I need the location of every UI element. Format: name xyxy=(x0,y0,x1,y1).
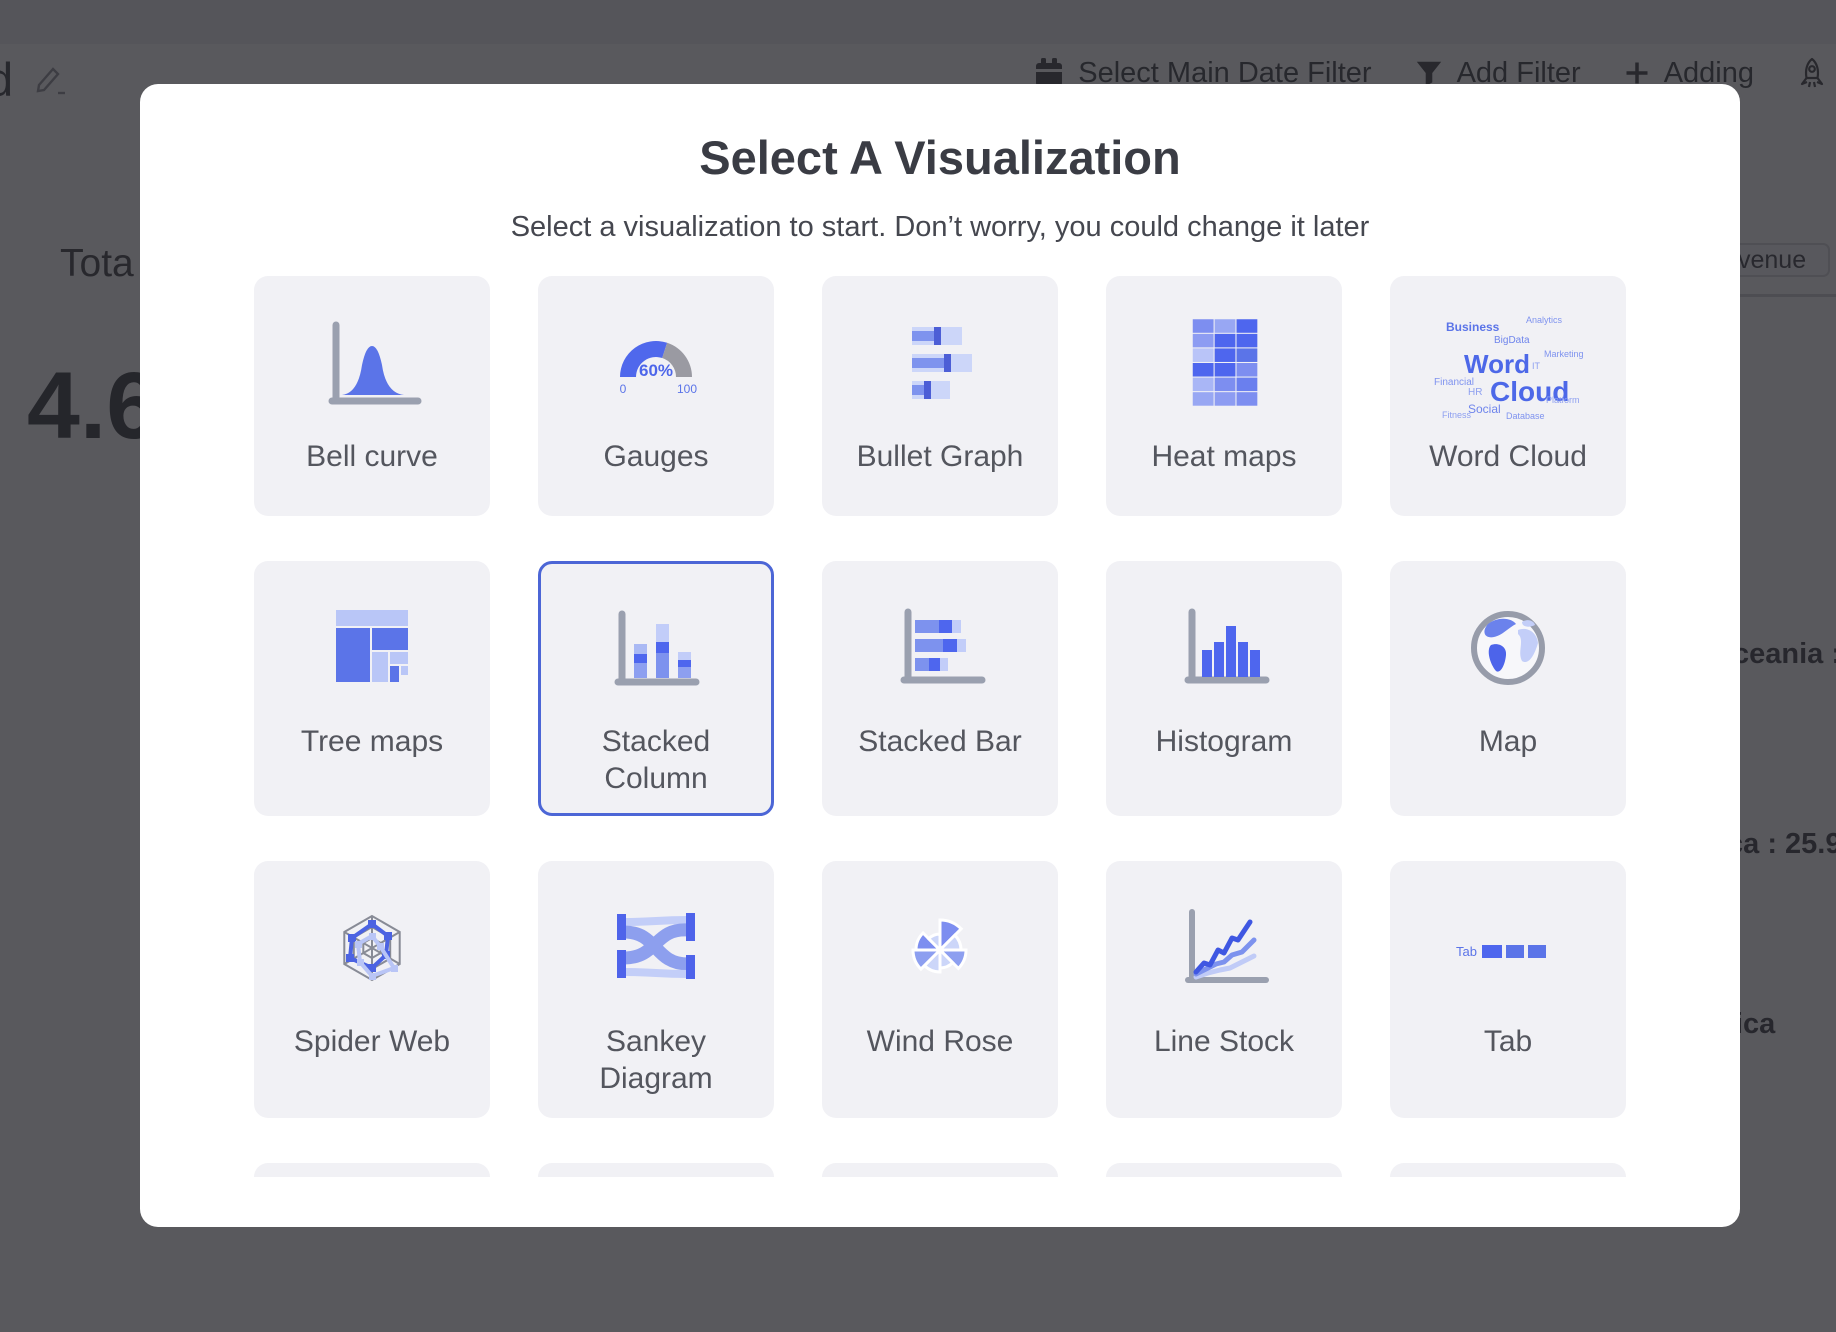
viz-card-label: Spider Web xyxy=(294,1023,450,1060)
viz-card-tree-maps[interactable]: Tree maps xyxy=(254,561,490,816)
viz-card-word-cloud[interactable]: Business Analytics BigData Word Marketin… xyxy=(1390,276,1626,516)
stacked-column-icon xyxy=(598,587,714,709)
line-stock-icon xyxy=(1166,887,1282,1009)
viz-card-sankey-diagram[interactable]: Sankey Diagram xyxy=(538,861,774,1118)
viz-card-label: Tab xyxy=(1484,1023,1532,1060)
word-cloud-word: Social xyxy=(1468,402,1501,416)
viz-card-stacked-bar[interactable]: Stacked Bar xyxy=(822,561,1058,816)
viz-card-partial[interactable] xyxy=(1390,1163,1626,1177)
word-cloud-word: Analytics xyxy=(1526,315,1563,325)
viz-card-heat-maps[interactable]: Heat maps xyxy=(1106,276,1342,516)
gauge-icon: 60% 0 100 xyxy=(598,302,714,424)
viz-card-partial[interactable] xyxy=(538,1163,774,1177)
word-cloud-word: Fitness xyxy=(1442,410,1472,420)
word-cloud-icon: Business Analytics BigData Word Marketin… xyxy=(1428,302,1588,424)
viz-card-label: Line Stock xyxy=(1154,1023,1294,1060)
viz-card-label: Tree maps xyxy=(301,723,443,760)
spider-web-icon xyxy=(314,887,430,1009)
gauge-max-label: 100 xyxy=(677,382,697,396)
word-cloud-word: Business xyxy=(1446,320,1500,334)
viz-card-tab[interactable]: Tab Tab xyxy=(1390,861,1626,1118)
bell-curve-icon xyxy=(314,302,430,424)
globe-map-icon xyxy=(1450,587,1566,709)
viz-card-wind-rose[interactable]: Wind Rose xyxy=(822,861,1058,1118)
histogram-icon xyxy=(1166,587,1282,709)
viz-card-histogram[interactable]: Histogram xyxy=(1106,561,1342,816)
tab-icon: Tab xyxy=(1450,887,1566,1009)
viz-card-label: Bell curve xyxy=(306,438,438,475)
select-visualization-modal: Select A Visualization Select a visualiz… xyxy=(140,84,1740,1227)
viz-grid-scroll-area[interactable]: Bell curve 60% 0 100 Gauges xyxy=(254,276,1626,1177)
viz-card-label: Heat maps xyxy=(1151,438,1296,475)
viz-card-map[interactable]: Map xyxy=(1390,561,1626,816)
modal-subtitle: Select a visualization to start. Don’t w… xyxy=(140,210,1740,244)
viz-card-label: Map xyxy=(1479,723,1537,760)
gauge-min-label: 0 xyxy=(620,382,627,396)
tree-map-icon xyxy=(314,587,430,709)
word-cloud-word: Word xyxy=(1464,349,1530,379)
viz-card-label: Word Cloud xyxy=(1429,438,1587,475)
screen: d Select Main Date Filter xyxy=(0,0,1836,1332)
viz-grid: Bell curve 60% 0 100 Gauges xyxy=(254,276,1626,1177)
word-cloud-word: Marketing xyxy=(1544,349,1584,359)
viz-card-label: Sankey Diagram xyxy=(556,1023,756,1097)
word-cloud-word: Platform xyxy=(1546,395,1580,405)
viz-card-gauges[interactable]: 60% 0 100 Gauges xyxy=(538,276,774,516)
viz-card-bell-curve[interactable]: Bell curve xyxy=(254,276,490,516)
word-cloud-word: Database xyxy=(1506,411,1545,421)
viz-card-label: Histogram xyxy=(1156,723,1293,760)
viz-card-label: Bullet Graph xyxy=(857,438,1024,475)
sankey-diagram-icon xyxy=(598,887,714,1009)
viz-card-bullet-graph[interactable]: Bullet Graph xyxy=(822,276,1058,516)
bullet-graph-icon xyxy=(882,302,998,424)
viz-card-stacked-column[interactable]: Stacked Column xyxy=(538,561,774,816)
modal-title: Select A Visualization xyxy=(140,130,1740,186)
wind-rose-icon xyxy=(882,887,998,1009)
tab-icon-label: Tab xyxy=(1456,944,1477,959)
viz-card-label: Stacked Bar xyxy=(858,723,1021,760)
word-cloud-word: HR xyxy=(1468,387,1482,398)
viz-card-label: Stacked Column xyxy=(556,723,756,797)
viz-card-partial[interactable] xyxy=(1106,1163,1342,1177)
viz-card-label: Wind Rose xyxy=(867,1023,1014,1060)
word-cloud-word: BigData xyxy=(1494,335,1530,346)
viz-card-partial[interactable] xyxy=(254,1163,490,1177)
viz-card-partial[interactable] xyxy=(822,1163,1058,1177)
gauge-value-label: 60% xyxy=(639,361,673,380)
word-cloud-word: IT xyxy=(1532,361,1541,371)
stacked-bar-icon xyxy=(882,587,998,709)
viz-card-label: Gauges xyxy=(603,438,708,475)
heat-map-icon xyxy=(1174,302,1274,424)
viz-card-spider-web[interactable]: Spider Web xyxy=(254,861,490,1118)
viz-card-line-stock[interactable]: Line Stock xyxy=(1106,861,1342,1118)
